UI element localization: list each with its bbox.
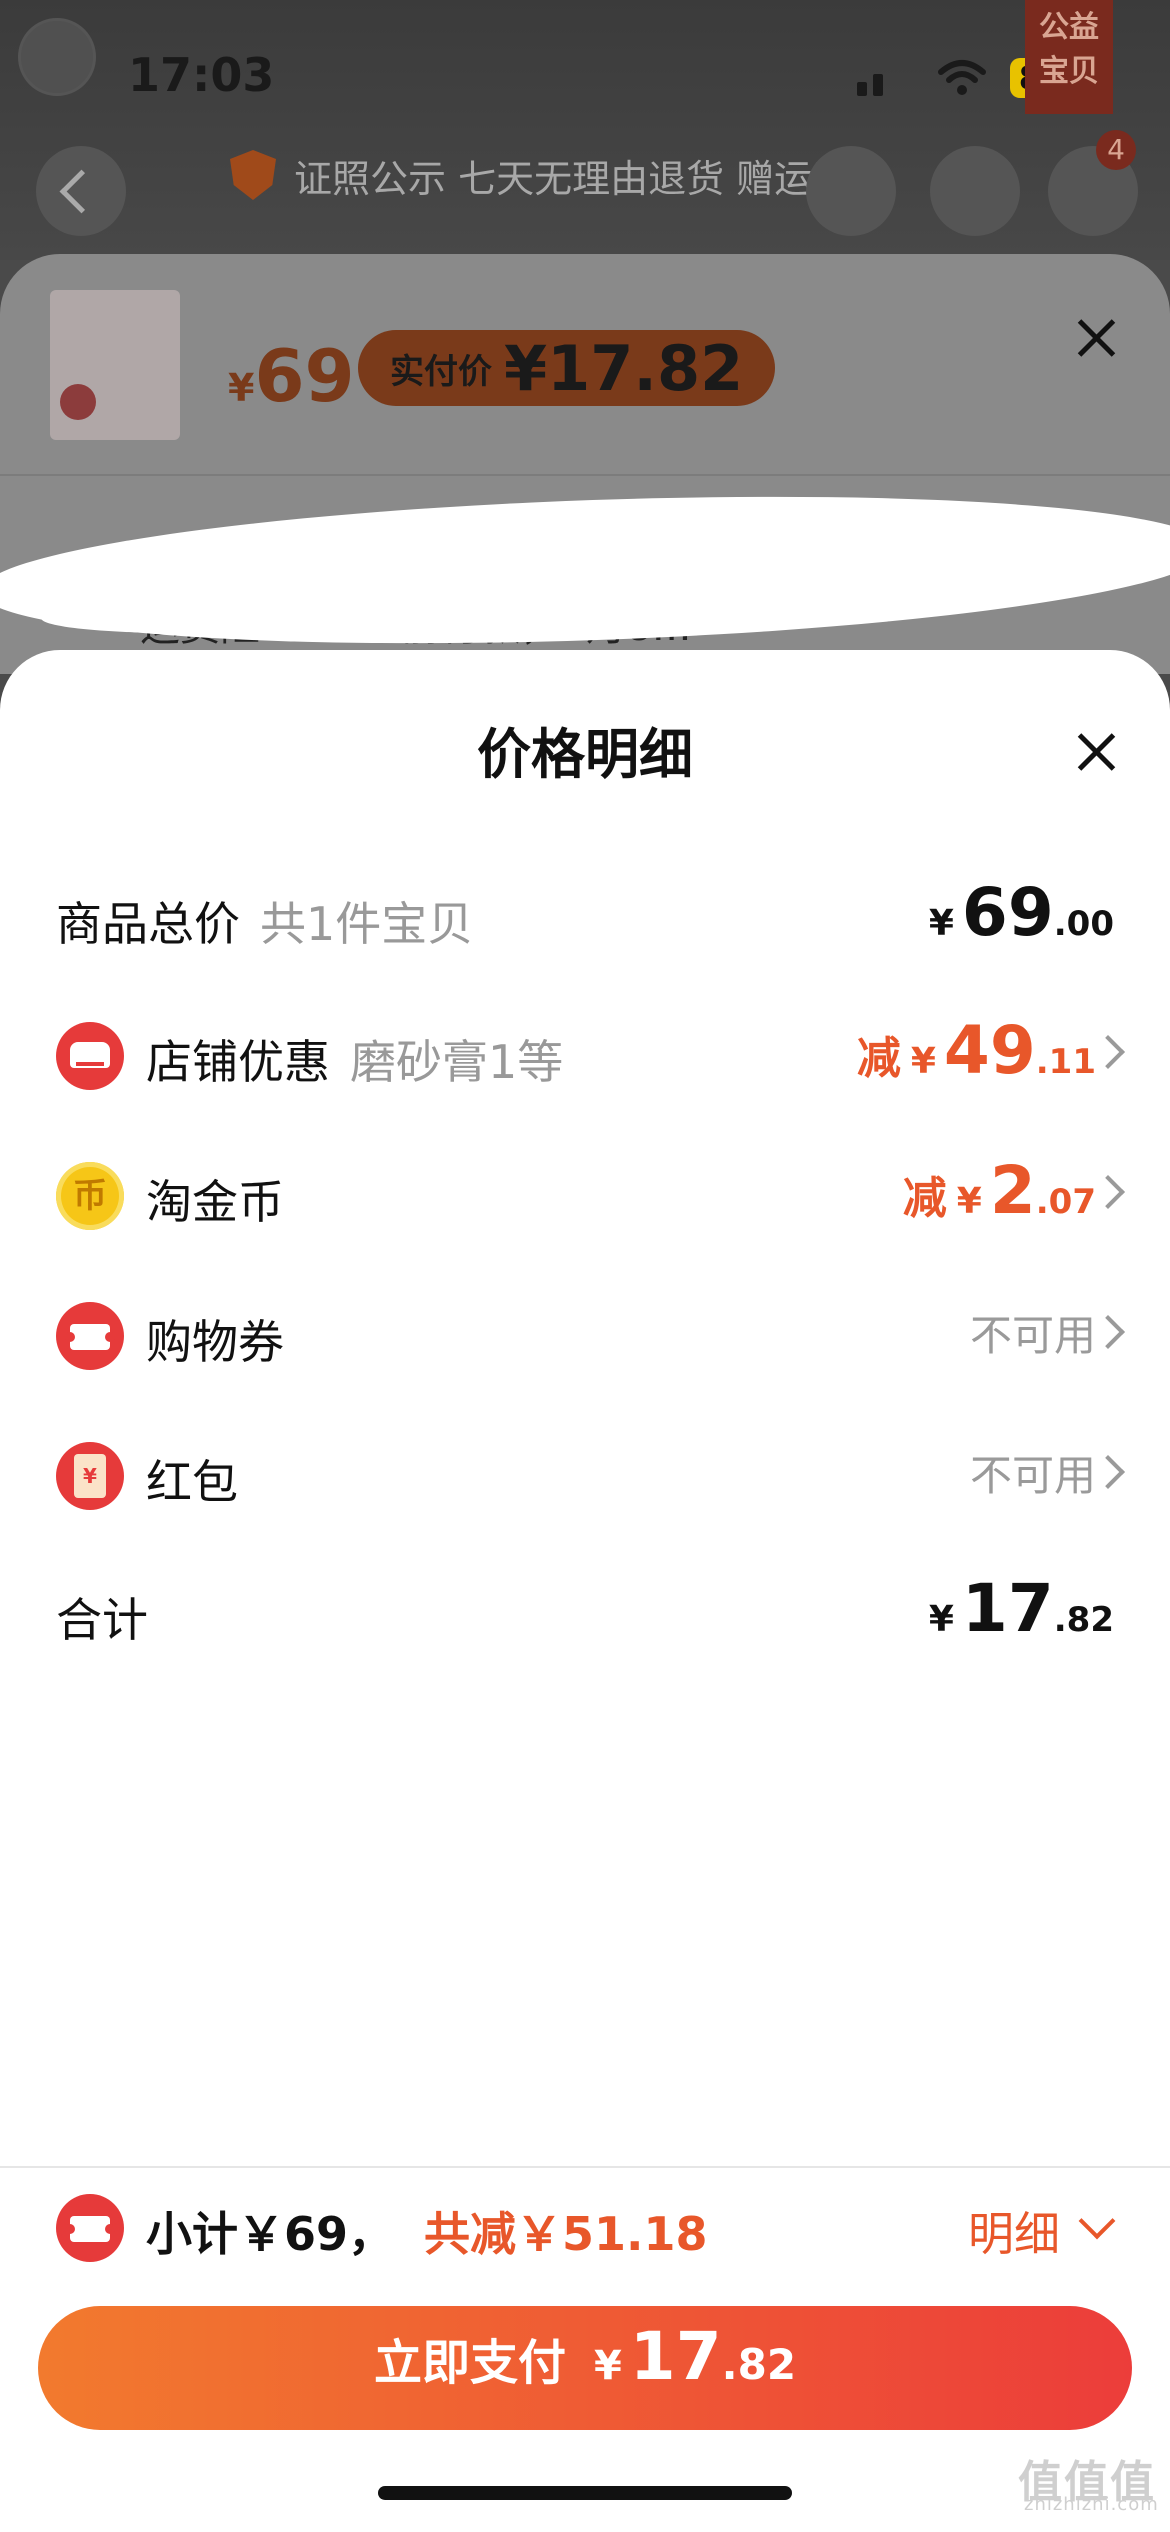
shop-discount-icon (56, 1022, 124, 1090)
chevron-down-icon[interactable] (1078, 2202, 1116, 2240)
chevron-right-icon (1091, 1455, 1125, 1489)
shield-icon (230, 150, 276, 200)
sheet-title: 价格明细 (477, 723, 693, 786)
taojin-coin-icon: 币 (56, 1162, 124, 1230)
total-discount: 共减￥51.18 (424, 2207, 708, 2261)
charity-tag: 公益宝贝 (1025, 0, 1113, 114)
trust-bar: 证照公示 七天无理由退货 赠运费险 (230, 145, 888, 205)
cart-badge: 4 (1096, 130, 1136, 170)
red-packet-status: 不可用 (969, 1451, 1096, 1500)
close-icon[interactable] (1072, 314, 1120, 362)
close-icon[interactable] (1072, 728, 1120, 776)
row-sum: 合计 ¥17.82 (56, 1570, 1114, 1647)
taojin-coin-value: 减 ¥2.07 (902, 1152, 1096, 1229)
back-button[interactable] (36, 146, 126, 236)
sum-value: ¥17.82 (928, 1570, 1114, 1647)
row-shop-discount[interactable]: 店铺优惠 磨砂膏1等 减 ¥49.11 (0, 1006, 1170, 1106)
wifi-icon (938, 60, 986, 95)
status-time: 17:03 (128, 48, 275, 102)
row-red-packet[interactable]: ¥ 红包 不可用 (0, 1426, 1170, 1526)
red-packet-icon: ¥ (56, 1442, 124, 1510)
chevron-right-icon (1091, 1035, 1125, 1069)
chevron-right-icon (1091, 1175, 1125, 1209)
order-price: ¥69 (228, 334, 355, 418)
home-indicator (378, 2486, 792, 2500)
product-thumbnail (50, 290, 180, 440)
row-total-price: 商品总价 共1件宝贝 ¥69.00 (56, 874, 1114, 951)
order-sheet: ¥69 实付价 ¥17.82 运费险 18:30 前付款，4月8… (0, 254, 1170, 674)
row-shopping-coupon[interactable]: 购物券 不可用 (0, 1286, 1170, 1386)
trust-text: 证照公示 七天无理由退货 赠运费险 (294, 156, 889, 201)
total-price-value: ¥69.00 (928, 874, 1114, 951)
pay-now-button[interactable]: 立即支付 ¥ 17 .82 (38, 2306, 1132, 2430)
subtotal-text: 小计￥69， 共减￥51.18 (146, 2207, 708, 2261)
coupon-status: 不可用 (969, 1311, 1096, 1360)
chevron-left-icon (59, 169, 104, 214)
shop-logo (18, 18, 96, 96)
shopping-coupon-icon (56, 1302, 124, 1370)
site-watermark: 值值值 zhizhizhi.com (1018, 2457, 1159, 2515)
row-taojin-coin[interactable]: 币 淘金币 减 ¥2.07 (0, 1146, 1170, 1246)
detail-toggle-button[interactable]: 明细 (968, 2198, 1060, 2264)
subtotal-coupon-icon (56, 2194, 124, 2262)
status-bar: 17:03 83 公益宝贝 (0, 0, 1170, 150)
cellular-signal-icon (857, 66, 885, 96)
shop-discount-value: 减 ¥49.11 (856, 1012, 1096, 1089)
paid-price-pill: 实付价 ¥17.82 (358, 330, 776, 406)
trend-button[interactable] (806, 146, 896, 236)
subtotal-bar: 小计￥69， 共减￥51.18 明细 (0, 2184, 1170, 2274)
cart-button[interactable] (930, 146, 1020, 236)
chevron-right-icon (1091, 1315, 1125, 1349)
